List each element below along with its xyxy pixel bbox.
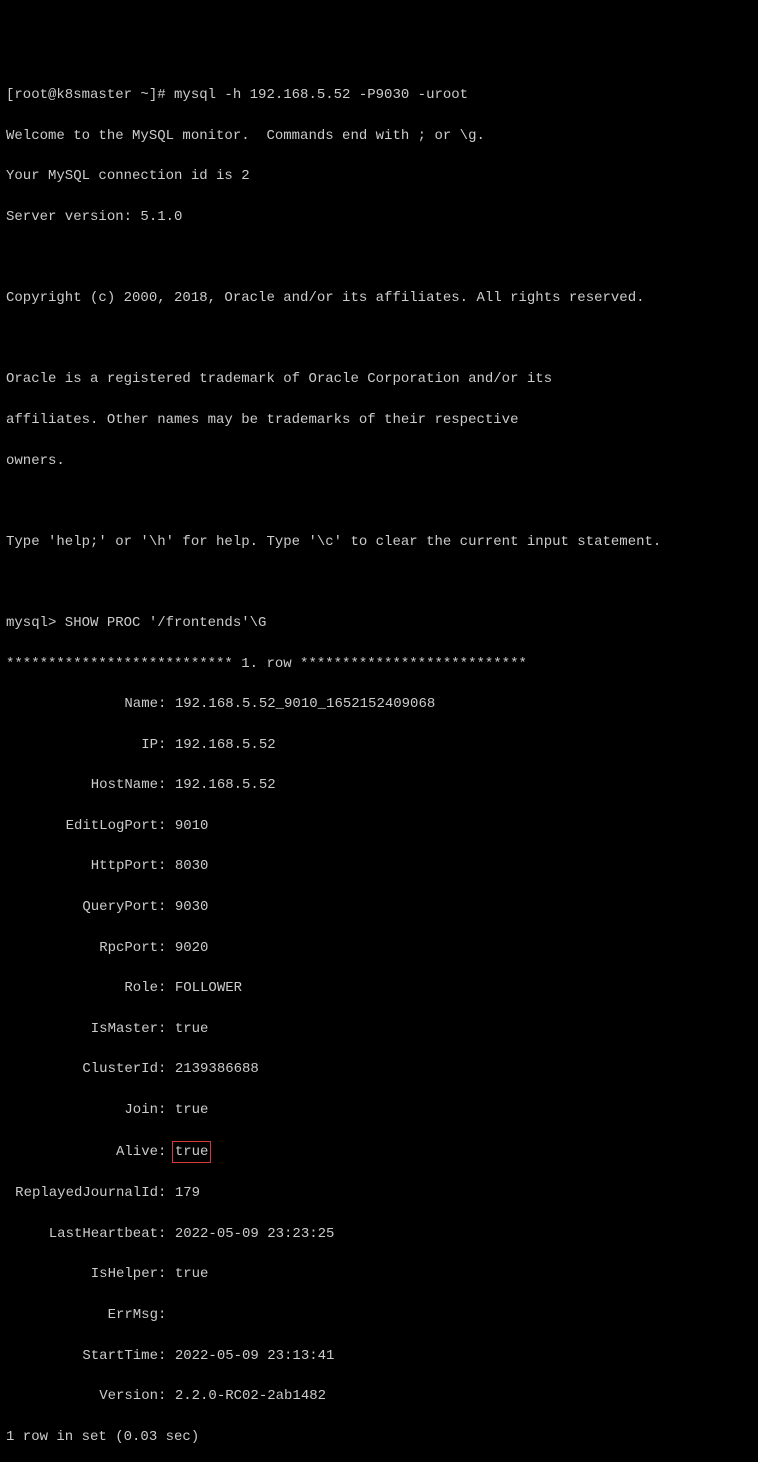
field-join: Join: true bbox=[6, 1100, 752, 1120]
alive-highlight-box: true bbox=[172, 1141, 212, 1163]
mysql-prompt-line[interactable]: mysql> SHOW PROC '/frontends'\G bbox=[6, 613, 752, 633]
field-lastheartbeat: LastHeartbeat: 2022-05-09 23:23:25 bbox=[6, 1224, 752, 1244]
field-replayedjournalid: ReplayedJournalId: 179 bbox=[6, 1183, 752, 1203]
blank-line bbox=[6, 491, 752, 511]
welcome-line-3: Server version: 5.1.0 bbox=[6, 207, 752, 227]
field-role: Role: FOLLOWER bbox=[6, 978, 752, 998]
field-hostname: HostName: 192.168.5.52 bbox=[6, 775, 752, 795]
trademark-line-2: affiliates. Other names may be trademark… bbox=[6, 410, 752, 430]
field-alive: Alive: true bbox=[6, 1141, 752, 1163]
field-errmsg: ErrMsg: bbox=[6, 1305, 752, 1325]
field-httpport: HttpPort: 8030 bbox=[6, 856, 752, 876]
field-ip: IP: 192.168.5.52 bbox=[6, 735, 752, 755]
field-starttime: StartTime: 2022-05-09 23:13:41 bbox=[6, 1346, 752, 1366]
field-queryport: QueryPort: 9030 bbox=[6, 897, 752, 917]
shell-prompt-line: [root@k8smaster ~]# mysql -h 192.168.5.5… bbox=[6, 85, 752, 105]
welcome-line-2: Your MySQL connection id is 2 bbox=[6, 166, 752, 186]
blank-line bbox=[6, 329, 752, 349]
copyright-line: Copyright (c) 2000, 2018, Oracle and/or … bbox=[6, 288, 752, 308]
blank-line bbox=[6, 572, 752, 592]
field-rpcport: RpcPort: 9020 bbox=[6, 938, 752, 958]
trademark-line-1: Oracle is a registered trademark of Orac… bbox=[6, 369, 752, 389]
blank-line bbox=[6, 248, 752, 268]
field-version: Version: 2.2.0-RC02-2ab1482 bbox=[6, 1386, 752, 1406]
result-footer: 1 row in set (0.03 sec) bbox=[6, 1427, 752, 1447]
field-ishelper: IsHelper: true bbox=[6, 1264, 752, 1284]
row-header: *************************** 1. row *****… bbox=[6, 654, 752, 674]
field-editlogport: EditLogPort: 9010 bbox=[6, 816, 752, 836]
welcome-line-1: Welcome to the MySQL monitor. Commands e… bbox=[6, 126, 752, 146]
field-name: Name: 192.168.5.52_9010_1652152409068 bbox=[6, 694, 752, 714]
trademark-line-3: owners. bbox=[6, 451, 752, 471]
field-clusterid: ClusterId: 2139386688 bbox=[6, 1059, 752, 1079]
field-ismaster: IsMaster: true bbox=[6, 1019, 752, 1039]
help-line: Type 'help;' or '\h' for help. Type '\c'… bbox=[6, 532, 752, 552]
